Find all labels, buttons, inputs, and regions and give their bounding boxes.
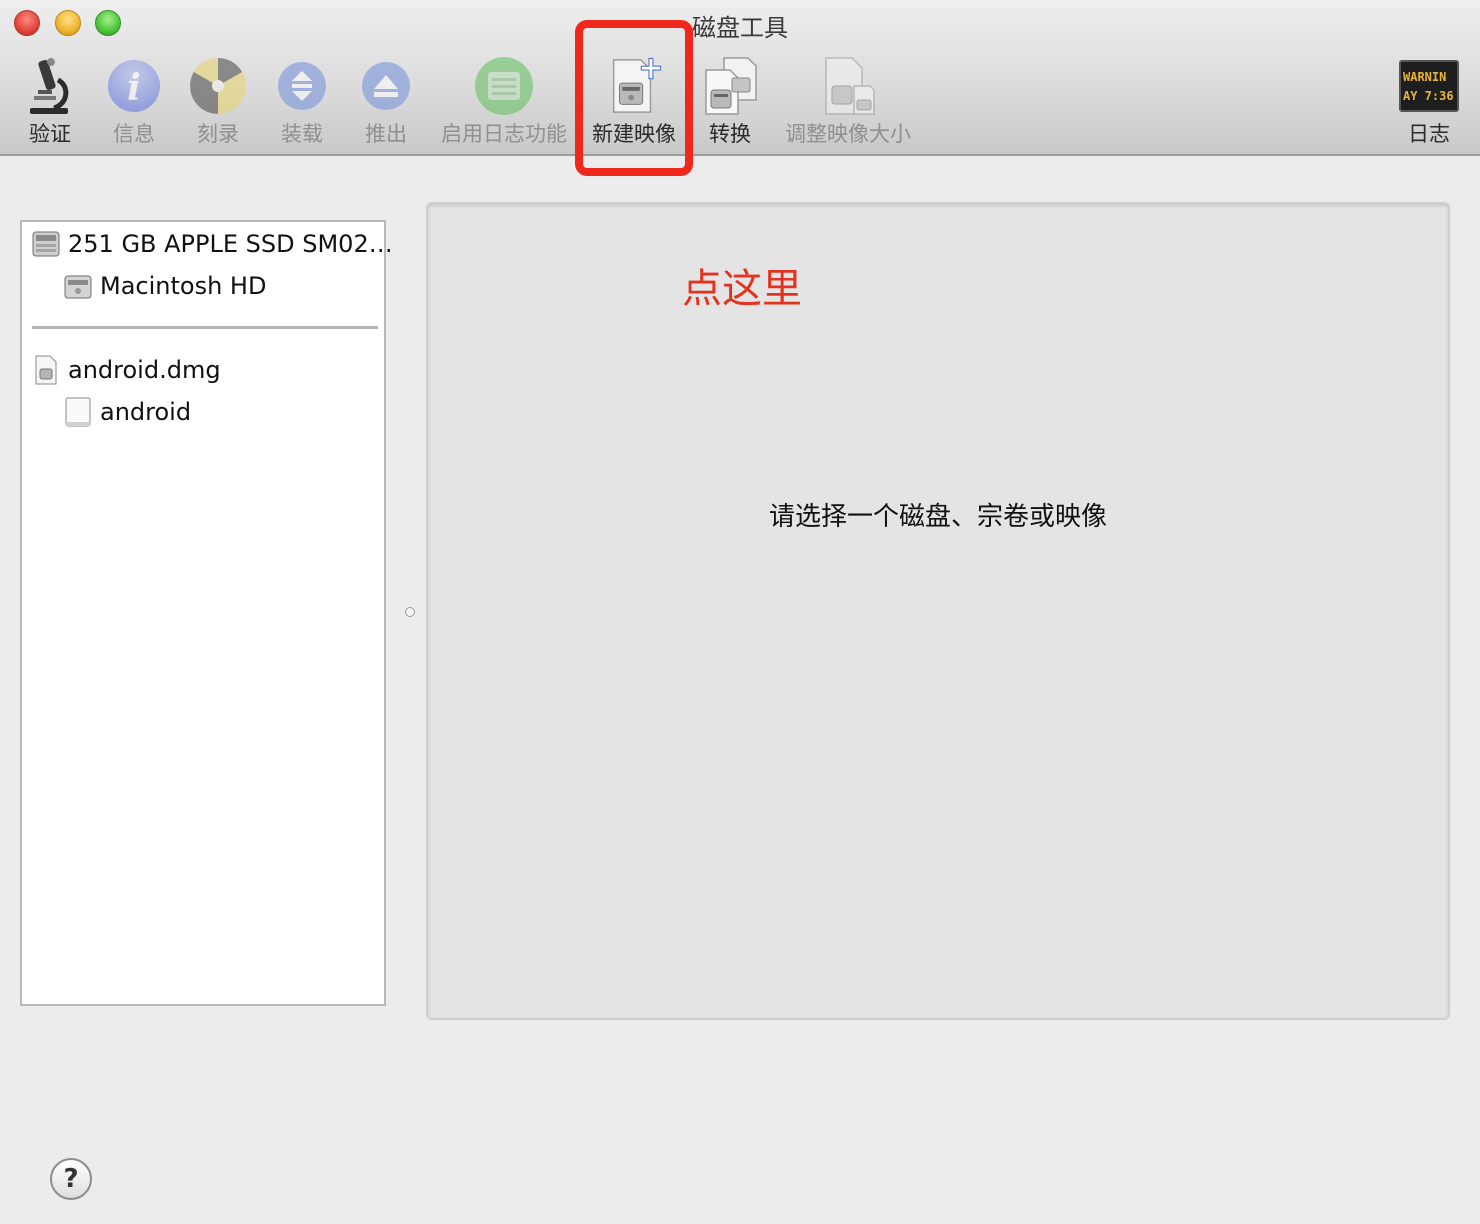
hard-disk-icon [32, 229, 60, 259]
resize-image-label: 调整映像大小 [785, 122, 911, 146]
mounted-volume-label: android [100, 398, 192, 426]
resize-image-icon [818, 56, 878, 116]
enable-journaling-button[interactable]: 启用日志功能 [438, 56, 570, 152]
sidebar-item-android-volume[interactable]: android [64, 394, 191, 430]
disk-label: 251 GB APPLE SSD SM02… [68, 230, 393, 258]
mount-button[interactable]: 装载 [272, 56, 332, 152]
volume-label: Macintosh HD [100, 272, 267, 300]
log-label: 日志 [1408, 122, 1450, 146]
info-label: 信息 [113, 122, 155, 146]
highlight-box [575, 20, 693, 176]
burn-icon [188, 56, 248, 116]
log-screen-line-1: WARNIN [1403, 70, 1447, 84]
volume-icon [64, 271, 92, 301]
dmg-file-icon [32, 355, 60, 385]
log-console-icon: WARNIN AY 7:36 [1398, 56, 1460, 116]
sidebar-item-disk[interactable]: 251 GB APPLE SSD SM02… [32, 226, 393, 262]
microscope-icon [20, 56, 80, 116]
burn-label: 刻录 [197, 122, 239, 146]
annotation-text: 点这里 [682, 266, 802, 312]
mounted-volume-icon [64, 397, 92, 427]
verify-button[interactable]: 验证 [18, 56, 82, 152]
convert-button[interactable]: 转换 [698, 56, 762, 152]
mount-label: 装载 [281, 122, 323, 146]
info-button[interactable]: i 信息 [104, 56, 164, 152]
help-button[interactable]: ? [50, 1158, 92, 1200]
burn-button[interactable]: 刻录 [186, 56, 250, 152]
convert-icon [700, 56, 760, 116]
verify-label: 验证 [29, 122, 71, 146]
detail-panel [426, 202, 1450, 1020]
sidebar-item-macintosh-hd[interactable]: Macintosh HD [64, 268, 266, 304]
eject-icon [356, 56, 416, 116]
log-screen-line-2: AY 7:36 [1403, 89, 1454, 103]
window-title: 磁盘工具 [692, 14, 788, 42]
empty-selection-message: 请选择一个磁盘、宗卷或映像 [768, 502, 1107, 532]
svg-text:i: i [127, 67, 141, 109]
title-toolbar: 磁盘工具 验证 i 信息 刻录 装载 推出 启用日志功能 新建映像 转换 调整映… [0, 0, 1480, 156]
mount-icon [272, 56, 332, 116]
eject-label: 推出 [365, 122, 407, 146]
info-icon: i [104, 56, 164, 116]
resize-image-button[interactable]: 调整映像大小 [782, 56, 914, 152]
log-button[interactable]: WARNIN AY 7:36 日志 [1396, 56, 1462, 152]
splitter-handle[interactable] [405, 607, 415, 617]
sidebar-item-android-dmg[interactable]: android.dmg [32, 352, 221, 388]
disk-sidebar: 251 GB APPLE SSD SM02… Macintosh HD andr… [20, 220, 393, 1006]
dmg-label: android.dmg [68, 356, 221, 384]
enable-journaling-label: 启用日志功能 [441, 122, 567, 146]
convert-label: 转换 [709, 122, 751, 146]
eject-button[interactable]: 推出 [356, 56, 416, 152]
sidebar-separator [32, 326, 378, 329]
journal-icon [474, 56, 534, 116]
